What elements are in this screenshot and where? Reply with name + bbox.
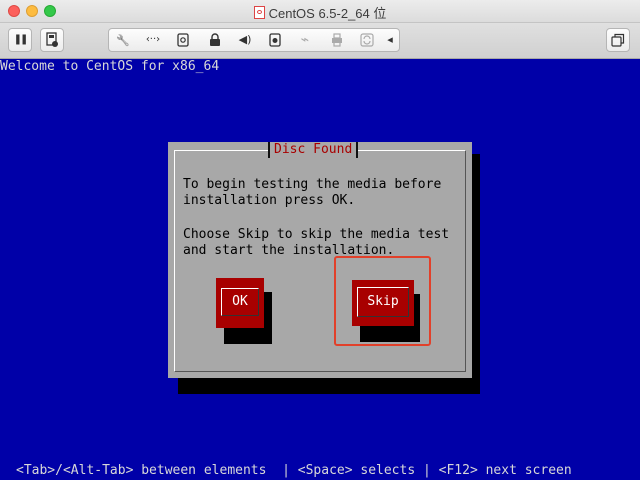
pause-button[interactable]: ❚❚	[8, 28, 32, 52]
pause-icon: ❚❚	[13, 34, 29, 45]
window-icon	[611, 33, 625, 47]
window-mode-button[interactable]	[606, 28, 630, 52]
lock-button[interactable]	[201, 29, 229, 51]
volume-button[interactable]: ◀)	[231, 29, 259, 51]
chevron-left-icon: ◂	[387, 33, 393, 46]
skip-highlight-box	[334, 256, 431, 346]
snapshot-button[interactable]	[40, 28, 64, 52]
vm-document-icon	[253, 6, 265, 19]
volume-icon: ◀)	[238, 33, 252, 46]
hard-disk-button[interactable]	[169, 29, 197, 51]
toolbar-collapse-button[interactable]: ◂	[381, 29, 399, 51]
printer-icon	[332, 33, 342, 47]
sync-icon	[360, 33, 374, 47]
window-titlebar: CentOS 6.5-2_64 位	[0, 0, 640, 23]
network-button[interactable]: ‹··›	[139, 29, 167, 51]
snapshot-icon	[46, 32, 58, 47]
ok-button[interactable]: OK	[216, 278, 264, 328]
printer-button[interactable]	[323, 29, 351, 51]
keyboard-help-text: <Tab>/<Alt-Tab> between elements | <Spac…	[16, 463, 572, 478]
hard-disk-icon	[177, 33, 189, 47]
dialog-title: Disc Found	[268, 142, 359, 158]
device-toolbar-group: 🔧 ‹··› ◀) ⌁ ◂	[108, 28, 400, 52]
camera-icon	[269, 33, 281, 47]
sync-button[interactable]	[353, 29, 381, 51]
dialog-message-line: To begin testing the media before	[183, 177, 442, 192]
camera-button[interactable]	[261, 29, 289, 51]
window-title: CentOS 6.5-2_64 位	[268, 6, 387, 21]
usb-icon: ⌁	[300, 32, 310, 48]
dialog-message-line: installation press OK.	[183, 193, 356, 208]
wrench-icon: 🔧	[116, 34, 130, 47]
lock-icon	[210, 33, 220, 46]
vm-toolbar: ❚❚ 🔧 ‹··› ◀) ⌁ ◂	[0, 23, 640, 59]
settings-button[interactable]: 🔧	[109, 29, 137, 51]
network-icon: ‹··›	[145, 34, 161, 45]
ok-button-label: OK	[221, 288, 259, 316]
welcome-text: Welcome to CentOS for x86_64	[0, 59, 220, 74]
dialog-message-line: Choose Skip to skip the media test	[183, 227, 450, 242]
usb-button[interactable]: ⌁	[291, 29, 319, 51]
window-title-area: CentOS 6.5-2_64 位	[0, 3, 640, 22]
